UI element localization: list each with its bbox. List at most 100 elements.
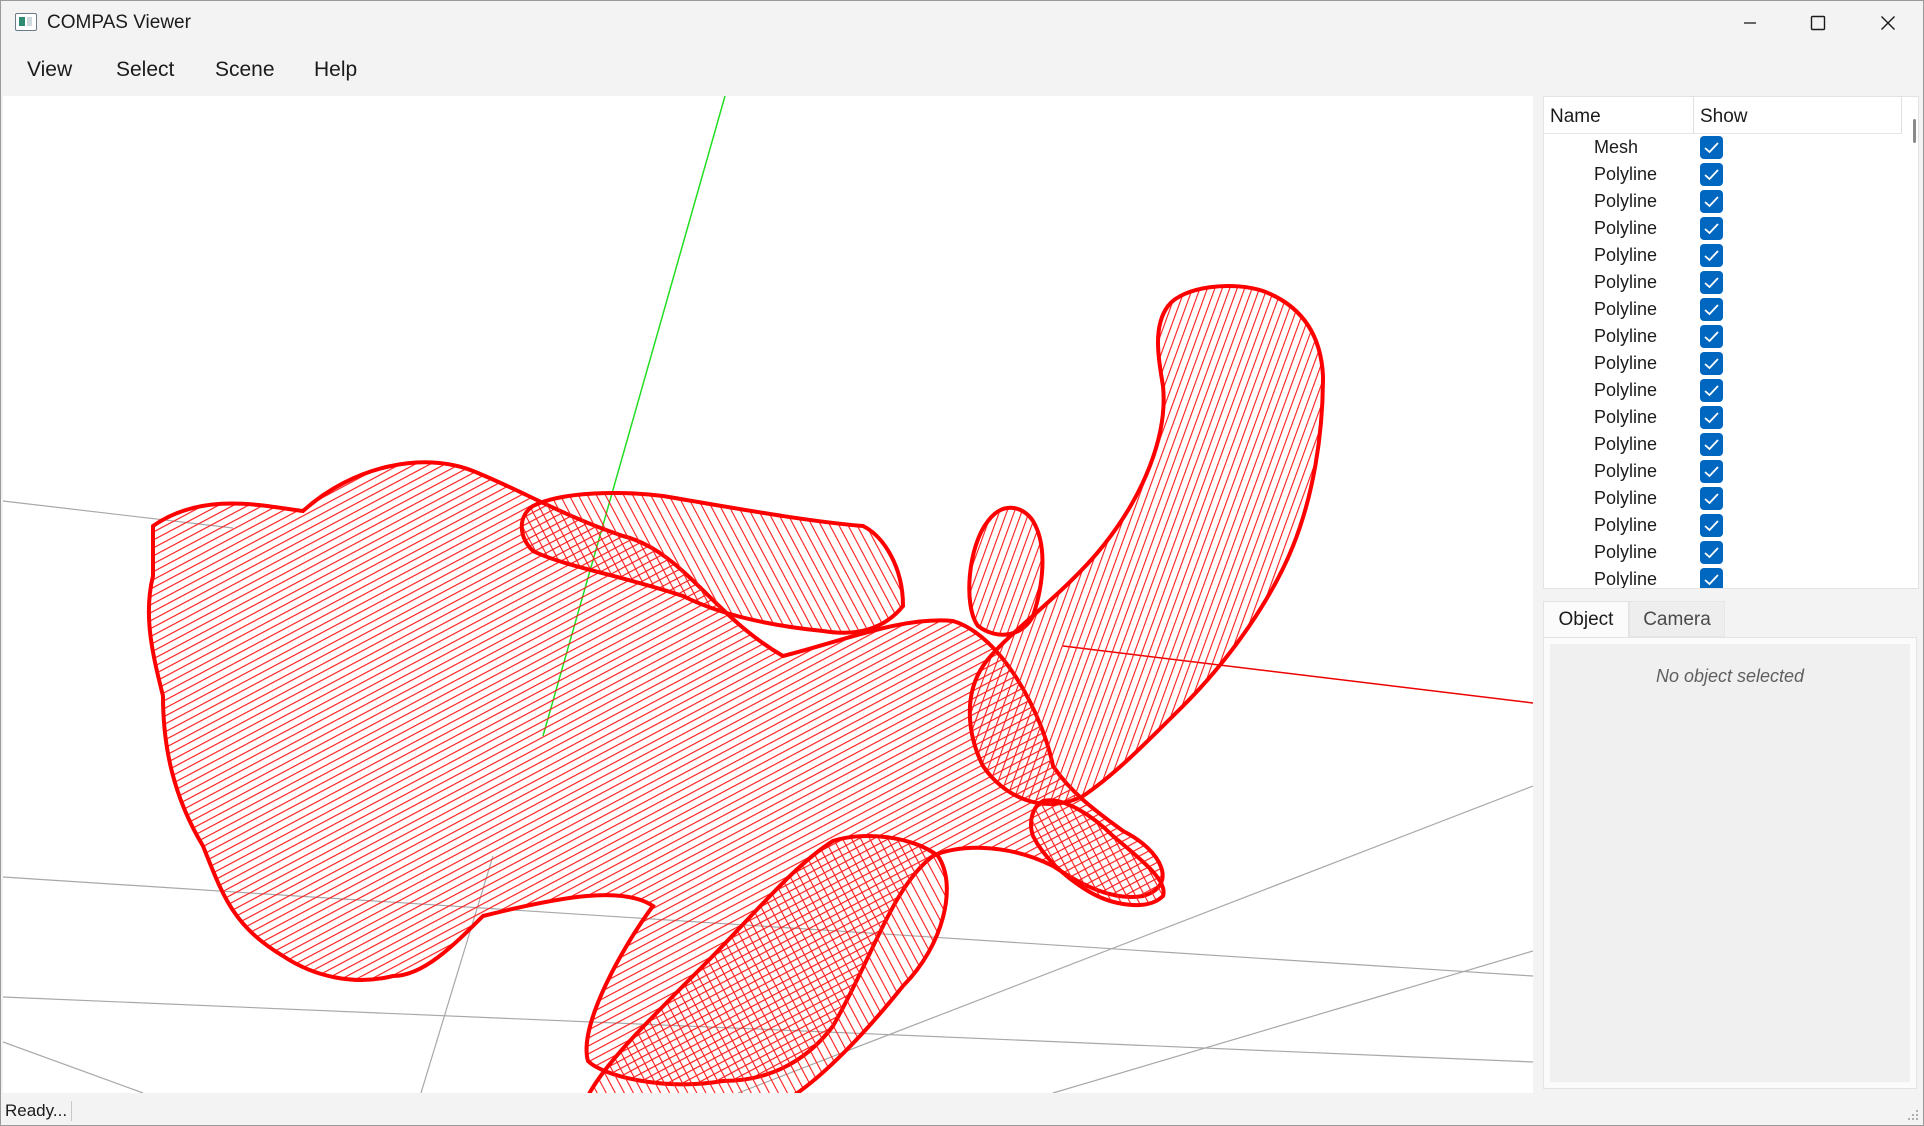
tree-row[interactable]: Polyline: [1544, 242, 1902, 269]
tree-row-name: Mesh: [1594, 137, 1639, 157]
checkmark-icon: [1704, 250, 1719, 262]
minimize-button[interactable]: [1715, 1, 1785, 45]
tab-object[interactable]: Object: [1543, 601, 1629, 637]
show-checkbox[interactable]: [1700, 433, 1723, 456]
minimize-icon: [1744, 22, 1756, 24]
tree-row-name: Polyline: [1594, 515, 1658, 535]
checkmark-icon: [1704, 142, 1719, 154]
show-checkbox[interactable]: [1700, 352, 1723, 375]
checkmark-icon: [1704, 574, 1719, 586]
tree-row[interactable]: Polyline: [1544, 431, 1902, 458]
tree-row[interactable]: Polyline: [1544, 566, 1902, 589]
maximize-button[interactable]: [1783, 1, 1853, 45]
checkmark-icon: [1704, 520, 1719, 532]
tree-row[interactable]: Polyline: [1544, 188, 1902, 215]
column-divider: [1693, 97, 1694, 133]
checkmark-icon: [1704, 331, 1719, 343]
tree-row-name: Polyline: [1594, 326, 1658, 346]
tree-scrollbar[interactable]: [1913, 119, 1916, 143]
column-name-header[interactable]: Name: [1550, 106, 1601, 128]
tree-row[interactable]: Polyline: [1544, 404, 1902, 431]
window-title: COMPAS Viewer: [47, 12, 191, 33]
show-checkbox[interactable]: [1700, 217, 1723, 240]
tree-row[interactable]: Polyline: [1544, 458, 1902, 485]
tree-row-name: Polyline: [1594, 488, 1658, 508]
show-checkbox[interactable]: [1700, 163, 1723, 186]
tree-row[interactable]: Polyline: [1544, 350, 1902, 377]
checkmark-icon: [1704, 412, 1719, 424]
checkmark-icon: [1704, 547, 1719, 559]
show-checkbox[interactable]: [1700, 568, 1723, 588]
scene-tree[interactable]: Name Show Mesh Polyline Polyline Polylin…: [1543, 96, 1919, 589]
menu-scene[interactable]: Scene: [215, 58, 275, 82]
show-checkbox[interactable]: [1700, 298, 1723, 321]
tree-row[interactable]: Polyline: [1544, 323, 1902, 350]
tree-row[interactable]: Polyline: [1544, 296, 1902, 323]
checkmark-icon: [1704, 304, 1719, 316]
close-button[interactable]: [1853, 1, 1923, 45]
menu-view[interactable]: View: [27, 58, 72, 82]
show-checkbox[interactable]: [1700, 487, 1723, 510]
3d-viewport[interactable]: [3, 96, 1533, 1093]
tree-header: Name Show: [1544, 97, 1902, 134]
show-checkbox[interactable]: [1700, 379, 1723, 402]
app-icon: [15, 13, 37, 31]
column-show-header[interactable]: Show: [1700, 106, 1748, 128]
tree-row-name: Polyline: [1594, 380, 1658, 400]
tree-row-name: Polyline: [1594, 164, 1658, 184]
scene-canvas: [3, 96, 1533, 1093]
app-window: COMPAS Viewer View Select Scene Help Nam…: [0, 0, 1924, 1126]
tree-row-name: Polyline: [1594, 353, 1658, 373]
status-text: Ready...: [5, 1101, 73, 1121]
resize-grip-icon[interactable]: [1907, 1109, 1919, 1121]
tree-row-name: Polyline: [1594, 542, 1658, 562]
status-bar: Ready...: [1, 1097, 1923, 1125]
menu-select[interactable]: Select: [116, 58, 174, 82]
show-checkbox[interactable]: [1700, 271, 1723, 294]
checkmark-icon: [1704, 466, 1719, 478]
checkmark-icon: [1704, 169, 1719, 181]
properties-area: No object selected: [1550, 644, 1910, 1082]
tree-row-name: Polyline: [1594, 407, 1658, 427]
show-checkbox[interactable]: [1700, 406, 1723, 429]
show-checkbox[interactable]: [1700, 514, 1723, 537]
menu-help[interactable]: Help: [314, 58, 357, 82]
show-checkbox[interactable]: [1700, 460, 1723, 483]
show-checkbox[interactable]: [1700, 541, 1723, 564]
tree-rows: Mesh Polyline Polyline Polyline Polyline…: [1544, 134, 1902, 589]
tree-row[interactable]: Polyline: [1544, 485, 1902, 512]
no-selection-message: No object selected: [1655, 666, 1805, 686]
tree-row-name: Polyline: [1594, 461, 1658, 481]
tree-row-name: Polyline: [1594, 191, 1658, 211]
show-checkbox[interactable]: [1700, 325, 1723, 348]
checkmark-icon: [1704, 439, 1719, 451]
tree-row[interactable]: Polyline: [1544, 512, 1902, 539]
tree-row[interactable]: Mesh: [1544, 134, 1902, 161]
properties-panel: No object selected: [1543, 637, 1917, 1089]
tree-row-name: Polyline: [1594, 272, 1658, 292]
show-checkbox[interactable]: [1700, 244, 1723, 267]
checkmark-icon: [1704, 196, 1719, 208]
tree-row[interactable]: Polyline: [1544, 539, 1902, 566]
checkmark-icon: [1704, 223, 1719, 235]
tree-row-name: Polyline: [1594, 218, 1658, 238]
tab-camera[interactable]: Camera: [1629, 601, 1725, 637]
tree-row-name: Polyline: [1594, 245, 1658, 265]
tree-row[interactable]: Polyline: [1544, 377, 1902, 404]
tree-row-name: Polyline: [1594, 434, 1658, 454]
maximize-icon: [1810, 15, 1826, 31]
checkmark-icon: [1704, 493, 1719, 505]
show-checkbox[interactable]: [1700, 136, 1723, 159]
tree-row[interactable]: Polyline: [1544, 269, 1902, 296]
checkmark-icon: [1704, 358, 1719, 370]
mesh-object[interactable]: [146, 284, 1326, 1093]
checkmark-icon: [1704, 385, 1719, 397]
title-bar: COMPAS Viewer: [1, 1, 1923, 45]
checkmark-icon: [1704, 277, 1719, 289]
show-checkbox[interactable]: [1700, 190, 1723, 213]
tree-row-name: Polyline: [1594, 569, 1658, 589]
close-icon: [1881, 16, 1895, 30]
tree-row-name: Polyline: [1594, 299, 1658, 319]
tree-row[interactable]: Polyline: [1544, 215, 1902, 242]
tree-row[interactable]: Polyline: [1544, 161, 1902, 188]
